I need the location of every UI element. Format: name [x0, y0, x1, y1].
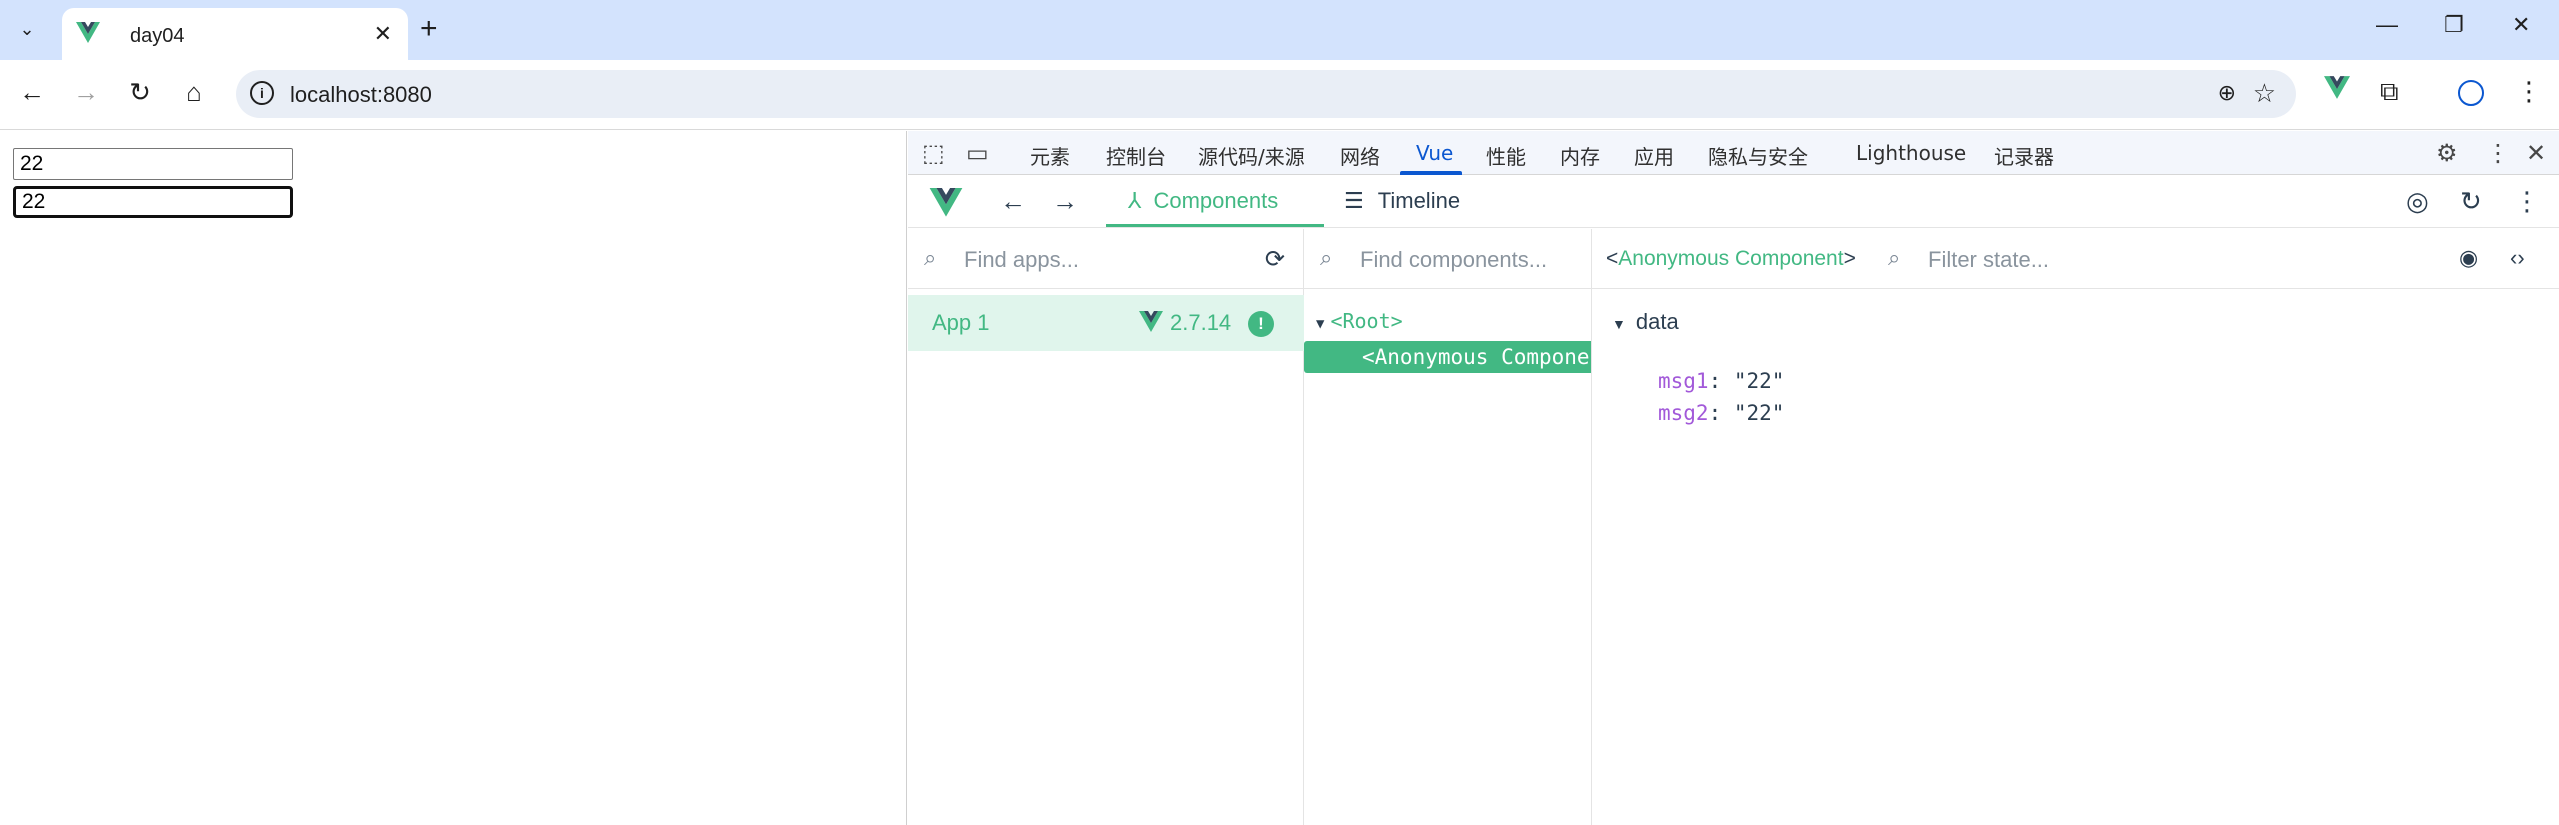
tab-privacy-security[interactable]: 隐私与安全 [1708, 141, 1808, 170]
tab-vue[interactable]: Vue [1416, 141, 1453, 165]
inspect-dom-code-icon[interactable]: ‹› [2510, 245, 2525, 271]
tab-memory[interactable]: 内存 [1560, 141, 1600, 170]
vue-forward-arrow-right-icon[interactable]: → [1052, 186, 1078, 217]
window-close-icon[interactable]: ✕ [2512, 12, 2530, 38]
tree-node-selected[interactable]: <Anonymous Component> [1304, 341, 1591, 373]
state-prop-row[interactable]: msg1: "22" [1658, 369, 1784, 393]
search-icon: ⌕ [1888, 245, 1901, 270]
forward-arrow-right-icon[interactable]: → [68, 77, 104, 108]
tab-elements[interactable]: 元素 [1030, 141, 1070, 170]
tab-timeline-label: Timeline [1377, 188, 1461, 213]
msg2-input[interactable] [13, 186, 293, 218]
vue-more-kebab-icon[interactable]: ⋮ [2514, 186, 2540, 217]
tab-components[interactable]: ⅄ Components [1128, 188, 1278, 214]
browser-toolbar: ← → ↻ ⌂ i localhost:8080 ⊕ ☆ ⧉ ⋮ [0, 60, 2559, 130]
vue-logo-icon [928, 188, 964, 223]
home-icon[interactable]: ⌂ [176, 77, 212, 108]
refresh-apps-icon[interactable]: ⟳ [1265, 245, 1285, 274]
reload-icon[interactable]: ↻ [122, 77, 158, 108]
tab-performance[interactable]: 性能 [1486, 141, 1526, 170]
address-url[interactable]: localhost:8080 [290, 82, 432, 108]
back-arrow-left-icon[interactable]: ← [14, 77, 50, 108]
app-name: App 1 [932, 310, 990, 335]
search-icon: ⌕ [924, 245, 937, 270]
app-info-badge-icon[interactable]: ! [1248, 311, 1274, 337]
site-info-icon[interactable]: i [250, 81, 274, 105]
prop-key: msg2 [1658, 401, 1709, 425]
filter-state-input[interactable]: Filter state... [1928, 247, 2049, 273]
restore-icon[interactable]: ❐ [2444, 12, 2464, 38]
vue-devtools-toolbar: ← → ⅄ Components ☰ Timeline ◎ ↻ ⋮ [908, 176, 2559, 228]
device-toolbar-icon[interactable]: ▭ [966, 139, 989, 168]
page-viewport [0, 131, 907, 825]
devtools-close-icon[interactable]: ✕ [2526, 139, 2546, 168]
tab-search-chevron-down-icon[interactable]: ⌄ [10, 14, 44, 44]
find-components-search[interactable]: ⌕ Find components... [1304, 229, 1591, 289]
state-prop-row[interactable]: msg2: "22" [1658, 401, 1784, 425]
find-components-input[interactable]: Find components... [1360, 247, 1547, 273]
tree-node-label: <Anonymous Component> [1362, 345, 1591, 369]
tab-close-icon[interactable]: ✕ [374, 21, 392, 47]
tab-console[interactable]: 控制台 [1106, 141, 1166, 170]
tab-sources[interactable]: 源代码/来源 [1198, 141, 1305, 170]
tab-title: day04 [130, 25, 185, 47]
select-component-target-icon[interactable]: ◎ [2406, 186, 2429, 217]
extensions-puzzle-icon[interactable]: ⧉ [2380, 76, 2399, 108]
find-apps-input[interactable]: Find apps... [964, 247, 1079, 273]
active-tab-indicator [1400, 171, 1462, 175]
app-list-item[interactable]: App 1 2.7.14 ! [908, 295, 1304, 351]
browser-menu-kebab-icon[interactable]: ⋮ [2516, 76, 2542, 107]
components-tab-indicator [1106, 224, 1324, 227]
tab-components-label: Components [1153, 188, 1279, 213]
devtools-tab-bar: ⬚ ▭ 元素 控制台 源代码/来源 网络 Vue 性能 内存 应用 隐私与安全 … [908, 131, 2559, 175]
prop-value[interactable]: "22" [1734, 369, 1785, 393]
prop-key: msg1 [1658, 369, 1709, 393]
devtools-panel: ⬚ ▭ 元素 控制台 源代码/来源 网络 Vue 性能 内存 应用 隐私与安全 … [908, 131, 2559, 825]
tree-root-label: <Root> [1330, 309, 1403, 333]
vue-version-logo-icon [1138, 311, 1164, 338]
component-state-pane: <Anonymous Component> ⌕ Filter state... … [1592, 229, 2559, 825]
expand-triangle-icon[interactable]: ▼ [1612, 316, 1626, 332]
tab-recorder[interactable]: 记录器 [1994, 141, 2054, 170]
refresh-icon[interactable]: ↻ [2460, 186, 2482, 217]
browser-tabstrip: ⌄ day04 ✕ + — ❐ ✕ [0, 0, 2559, 60]
browser-tab-day04[interactable]: day04 ✕ [62, 8, 408, 60]
state-header: <Anonymous Component> ⌕ Filter state... … [1592, 229, 2559, 289]
minimize-icon[interactable]: — [2376, 12, 2398, 38]
components-tree-icon: ⅄ [1128, 188, 1142, 213]
tab-network[interactable]: 网络 [1340, 141, 1380, 170]
apps-pane: ⌕ Find apps... ⟳ App 1 2.7.14 ! [908, 229, 1304, 825]
vue-back-arrow-left-icon[interactable]: ← [1000, 186, 1026, 217]
data-section-header[interactable]: ▼ data [1612, 309, 1679, 335]
msg1-input[interactable] [13, 148, 293, 180]
timeline-icon: ☰ [1344, 188, 1364, 213]
devtools-settings-gear-icon[interactable]: ⚙ [2436, 139, 2458, 168]
tab-timeline[interactable]: ☰ Timeline [1344, 188, 1460, 214]
scroll-to-component-eye-icon[interactable]: ◉ [2459, 245, 2478, 271]
tab-application[interactable]: 应用 [1634, 141, 1674, 170]
tab-lighthouse[interactable]: Lighthouse [1856, 141, 1966, 165]
search-icon: ⌕ [1320, 245, 1333, 270]
inspect-element-icon[interactable]: ⬚ [922, 139, 945, 168]
address-bar[interactable]: i localhost:8080 ⊕ ☆ [236, 70, 2296, 118]
selected-component-name: <Anonymous Component> [1606, 247, 1856, 270]
new-tab-plus-icon[interactable]: + [420, 14, 438, 44]
bookmark-star-icon[interactable]: ☆ [2253, 78, 2276, 109]
app-vue-version: 2.7.14 [1170, 310, 1232, 335]
expand-triangle-icon[interactable]: ▼ [1316, 316, 1324, 332]
zoom-icon[interactable]: ⊕ [2218, 80, 2236, 106]
tree-root-node[interactable]: ▼ <Root> [1316, 309, 1403, 333]
prop-value[interactable]: "22" [1734, 401, 1785, 425]
profile-icon[interactable] [2458, 80, 2484, 106]
vue-favicon-icon [76, 22, 100, 49]
selected-component-name-text: Anonymous Component [1618, 247, 1844, 270]
find-apps-search[interactable]: ⌕ Find apps... ⟳ [908, 229, 1303, 289]
vue-devtools-extension-icon[interactable] [2324, 76, 2350, 107]
component-tree-pane: ⌕ Find components... ▼ <Root> <Anonymous … [1304, 229, 1592, 825]
devtools-menu-kebab-icon[interactable]: ⋮ [2486, 139, 2510, 168]
data-section-label: data [1635, 309, 1679, 334]
